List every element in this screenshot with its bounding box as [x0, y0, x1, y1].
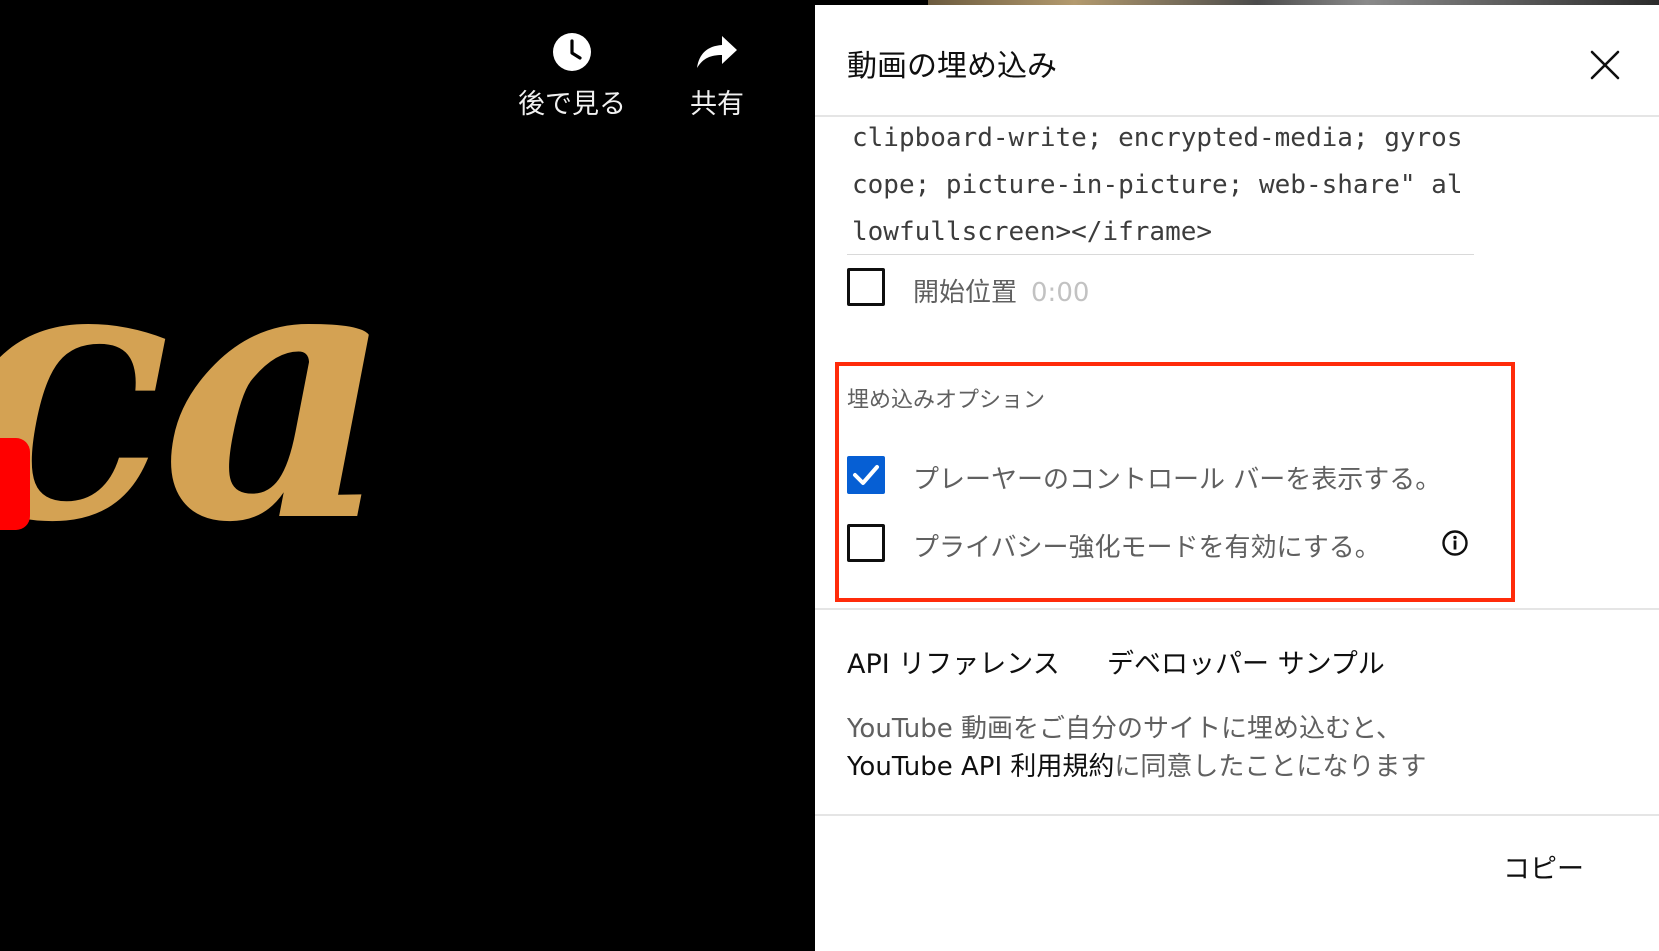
terms-text: YouTube 動画をご自分のサイトに埋め込むと、 YouTube API 利用… — [847, 710, 1607, 786]
divider-bottom — [815, 814, 1659, 816]
terms-prefix: YouTube 動画をご自分のサイトに埋め込むと、 — [847, 714, 1402, 744]
start-at-label: 開始位置 0:00 — [913, 272, 1089, 309]
embed-code-textarea[interactable]: clipboard-write; encrypted-media; gyrosc… — [847, 115, 1474, 255]
divider-top — [815, 608, 1659, 610]
show-controls-checkbox[interactable] — [847, 456, 885, 494]
terms-suffix: に同意したことになります — [1114, 752, 1427, 782]
dialog-title: 動画の埋め込み — [847, 49, 1057, 84]
info-icon[interactable] — [1441, 529, 1469, 557]
start-at-text: 開始位置 — [913, 278, 1018, 308]
red-play-edge — [0, 438, 30, 530]
show-controls-label: プレーヤーのコントロール バーを表示する。 — [913, 465, 1442, 495]
start-at-checkbox[interactable] — [847, 268, 885, 306]
close-icon — [1590, 50, 1620, 80]
close-button[interactable] — [1581, 41, 1629, 89]
api-reference-link[interactable]: API リファレンス — [847, 642, 1060, 681]
clock-icon — [553, 33, 591, 71]
share-arrow-icon — [697, 36, 737, 68]
share-button[interactable]: 共有 — [690, 32, 744, 121]
privacy-mode-checkbox[interactable] — [847, 524, 885, 562]
embed-code-text: clipboard-write; encrypted-media; gyrosc… — [852, 123, 1463, 247]
privacy-mode-label: プライバシー強化モードを有効にする。 — [913, 533, 1381, 563]
embed-options-title: 埋め込みオプション — [847, 388, 1046, 413]
start-time-input[interactable]: 0:00 — [1031, 278, 1089, 308]
share-label: 共有 — [690, 89, 744, 120]
copy-button[interactable]: コピー — [1503, 847, 1584, 886]
video-logo-text: ca — [0, 178, 394, 601]
video-player[interactable]: ca 後で見る 共有 — [0, 0, 815, 951]
checkmark-icon — [853, 465, 879, 485]
watch-later-button[interactable]: 後で見る — [518, 32, 626, 121]
developer-samples-link[interactable]: デベロッパー サンプル — [1107, 642, 1385, 681]
terms-link[interactable]: YouTube API 利用規約 — [847, 752, 1114, 782]
embed-dialog: 動画の埋め込み clipboard-write; encrypted-media… — [815, 5, 1659, 951]
watch-later-label: 後で見る — [518, 89, 626, 120]
dialog-header: 動画の埋め込み — [815, 5, 1659, 117]
